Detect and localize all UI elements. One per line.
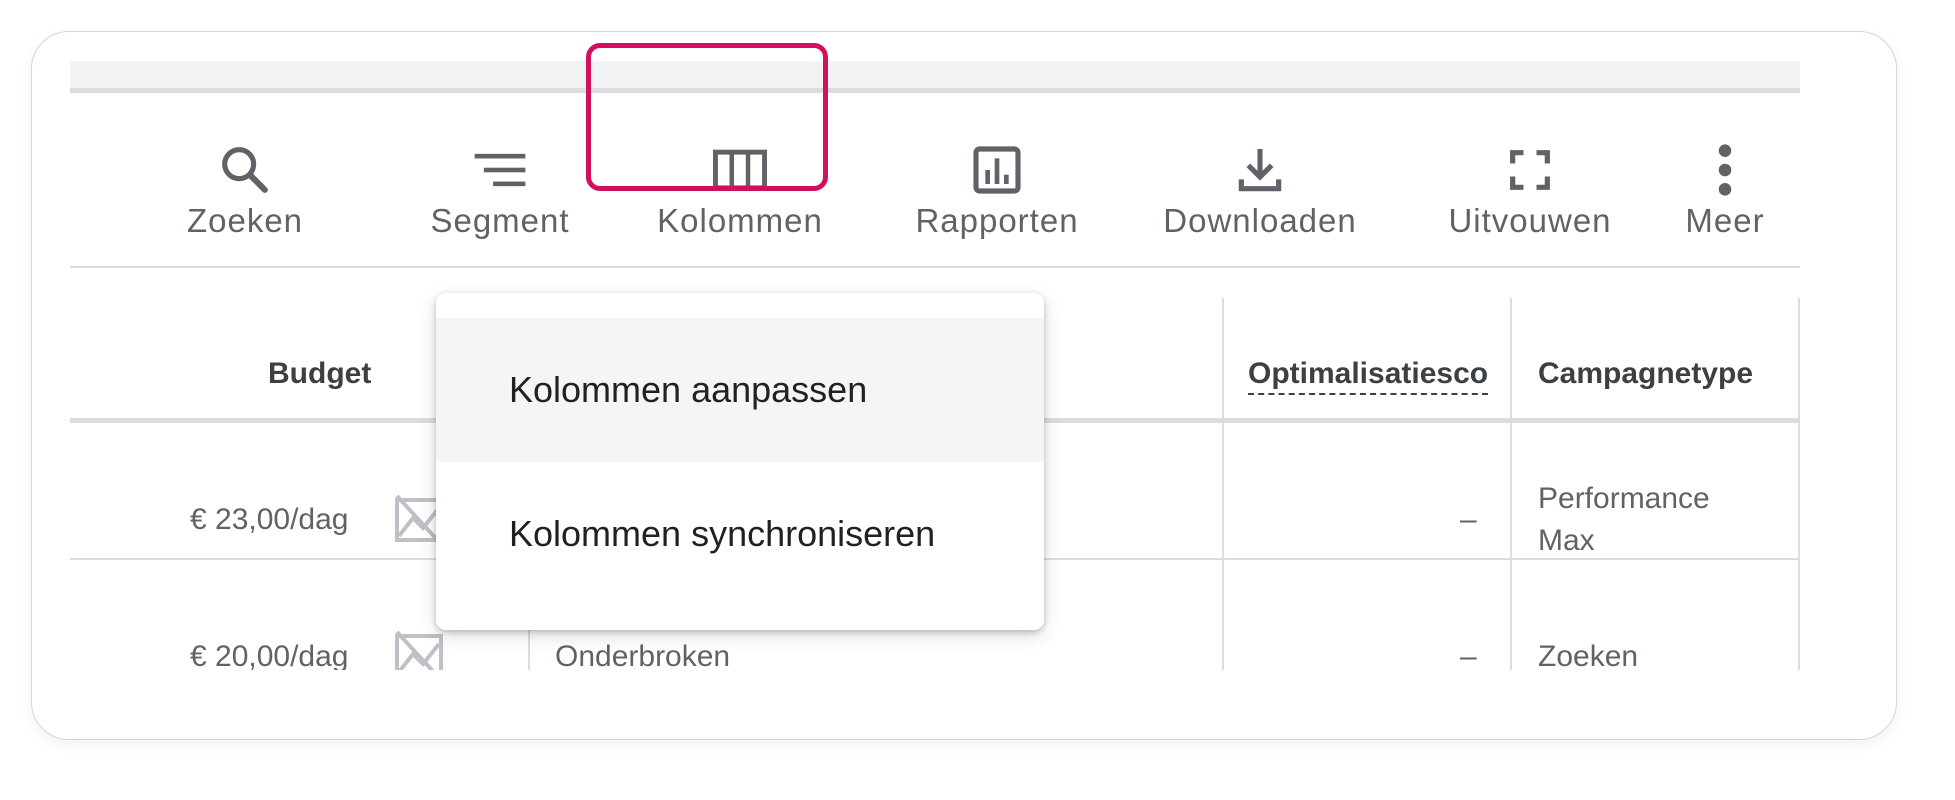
row2-campaign-type: Zoeken: [1538, 640, 1639, 670]
expand-button[interactable]: Uitvouwen: [1430, 140, 1630, 250]
menu-item-label: Kolommen synchroniseren: [509, 513, 936, 554]
top-band: [70, 61, 1800, 93]
search-label: Zoeken: [186, 202, 304, 239]
reports-label: Rapporten: [915, 202, 1079, 239]
row2-status: Onderbroken: [555, 640, 731, 670]
segment-icon: [470, 140, 530, 200]
download-icon: [1230, 140, 1290, 200]
row1-campaign-type-2: Max: [1538, 524, 1595, 557]
budget-limited-icon[interactable]: [393, 628, 445, 670]
column-divider: [1510, 298, 1512, 670]
expand-icon: [1500, 140, 1560, 200]
row2-budget: € 20,00/dag: [190, 640, 349, 670]
search-button[interactable]: Zoeken: [175, 140, 315, 250]
search-icon: [215, 140, 275, 200]
download-label: Downloaden: [1163, 202, 1357, 239]
menu-item-label: Kolommen aanpassen: [509, 369, 868, 410]
row1-budget: € 23,00/dag: [190, 503, 349, 536]
table-toolbar: Zoeken Segment Kolommen Rapporten Downlo…: [70, 98, 1800, 298]
column-divider: [1222, 298, 1224, 670]
row1-optimization: –: [1460, 503, 1477, 536]
columns-highlight-frame: [586, 43, 828, 191]
row1-campaign-type: Performance: [1538, 482, 1710, 515]
more-button[interactable]: Meer: [1670, 140, 1780, 250]
more-label: Meer: [1685, 202, 1765, 239]
header-budget[interactable]: Budget: [268, 357, 371, 391]
segment-button[interactable]: Segment: [415, 140, 585, 250]
reports-button[interactable]: Rapporten: [902, 140, 1092, 250]
menu-item-sync-columns[interactable]: Kolommen synchroniseren: [436, 462, 1044, 606]
column-divider: [1798, 298, 1800, 670]
expand-label: Uitvouwen: [1448, 202, 1612, 239]
row2-optimization: –: [1460, 640, 1477, 670]
columns-dropdown-menu: Kolommen aanpassen Kolommen synchroniser…: [436, 293, 1044, 630]
toolbar-divider: [70, 266, 1800, 268]
reports-icon: [967, 140, 1027, 200]
segment-label: Segment: [430, 202, 570, 239]
download-button[interactable]: Downloaden: [1150, 140, 1370, 250]
more-vert-icon: [1695, 140, 1755, 200]
columns-label: Kolommen: [657, 202, 823, 239]
menu-item-customize-columns[interactable]: Kolommen aanpassen: [436, 318, 1044, 462]
content-area: Zoeken Segment Kolommen Rapporten Downlo…: [0, 0, 1955, 670]
header-campaign-type[interactable]: Campagnetype: [1538, 357, 1776, 399]
header-optimization[interactable]: Optimalisatiescore: [1248, 357, 1488, 403]
